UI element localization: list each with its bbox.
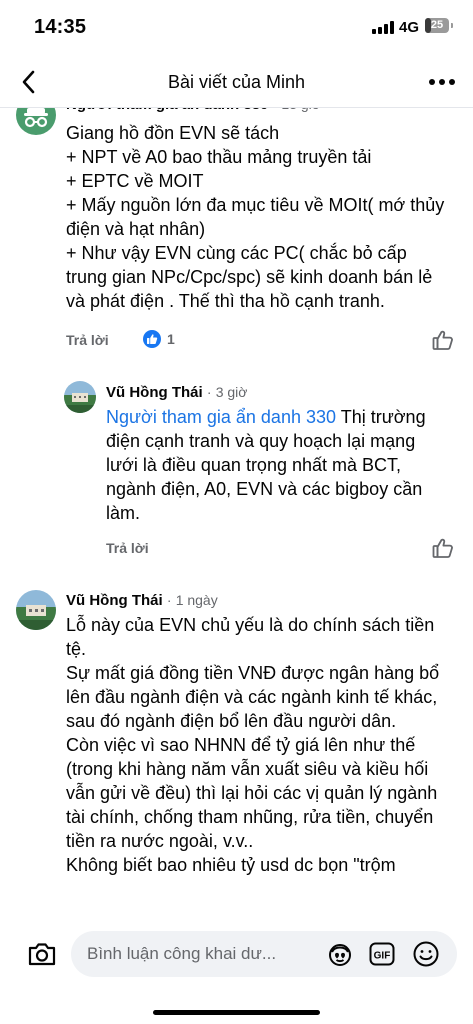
camera-icon[interactable]	[27, 941, 57, 967]
comment-reply-vu-hong-thai: Vũ Hồng Thái · 3 giờ Người tham gia ẩn d…	[0, 370, 473, 570]
comment-line: Giang hồ đồn EVN sẽ tách	[66, 123, 280, 143]
comment-vu-hong-thai: Vũ Hồng Thái · 1 ngày Lỗ này của EVN chủ…	[0, 580, 473, 918]
comment-anonymous: Người tham gia ẩn danh 330 · 13 giờ Gian…	[0, 0, 473, 360]
comment-composer: GIF	[0, 918, 473, 1024]
home-indicator	[153, 1010, 320, 1015]
comment-author-line: Vũ Hồng Thái · 3 giờ	[106, 384, 248, 401]
reply-button[interactable]: Trả lời	[66, 332, 109, 348]
comment-input[interactable]	[87, 931, 315, 977]
comment-time: 1 ngày	[175, 592, 218, 608]
smiley-icon[interactable]	[412, 940, 440, 968]
reaction-count: 1	[167, 331, 175, 347]
comment-line: Còn việc vì sao NHNN để tỷ giá lên như t…	[66, 735, 438, 851]
user-avatar[interactable]	[16, 590, 56, 630]
comment-body: Giang hồ đồn EVN sẽ tách + NPT về A0 bao…	[66, 121, 446, 313]
header-divider	[0, 107, 473, 108]
gif-label: GIF	[374, 951, 391, 962]
comment-body: Lỗ này của EVN chủ yếu là do chính sách …	[66, 613, 446, 877]
comment-author-line: Vũ Hồng Thái · 1 ngày	[66, 592, 218, 609]
mention-link[interactable]: Người tham gia ẩn danh 330	[106, 407, 336, 427]
comment-author[interactable]: Vũ Hồng Thái	[66, 592, 163, 609]
gif-icon[interactable]: GIF	[369, 941, 395, 967]
like-reaction-icon	[143, 330, 161, 348]
comment-body: Người tham gia ẩn danh 330 Thị trường đi…	[106, 405, 452, 525]
comment-author[interactable]: Vũ Hồng Thái	[106, 384, 203, 401]
reaction-summary[interactable]: 1	[143, 330, 175, 348]
like-button-icon[interactable]	[432, 329, 454, 351]
comment-line: Lỗ này của EVN chủ yếu là do chính sách …	[66, 615, 435, 659]
like-button-icon[interactable]	[432, 537, 454, 559]
nav-header: Bài viết của Minh	[0, 56, 473, 108]
comments-screen: 14:35 4G 25 Người tham gia ẩn danh 330	[0, 0, 473, 1024]
avatar-sticker-icon[interactable]	[327, 941, 353, 967]
comment-line: Không biết bao nhiêu tỷ usd dc bọn "trộm	[66, 855, 396, 875]
comment-input-container: GIF	[71, 931, 457, 977]
comment-line: Sự mất giá đồng tiền VNĐ được ngân hàng …	[66, 663, 440, 731]
page-title: Bài viết của Minh	[167, 72, 306, 92]
user-avatar[interactable]	[64, 381, 96, 413]
comment-line: + Như vậy EVN cùng các PC( chắc bỏ cấp t…	[66, 243, 433, 311]
comment-time: 3 giờ	[215, 384, 248, 400]
comment-line: + NPT về A0 bao thầu mảng truyền tải	[66, 147, 372, 167]
reply-button[interactable]: Trả lời	[106, 540, 149, 556]
comment-line: + Mấy nguồn lớn đa mục tiêu về MOIt( mớ …	[66, 195, 445, 239]
more-horizontal-icon[interactable]	[426, 70, 458, 94]
comment-line: + EPTC về MOIT	[66, 171, 204, 191]
